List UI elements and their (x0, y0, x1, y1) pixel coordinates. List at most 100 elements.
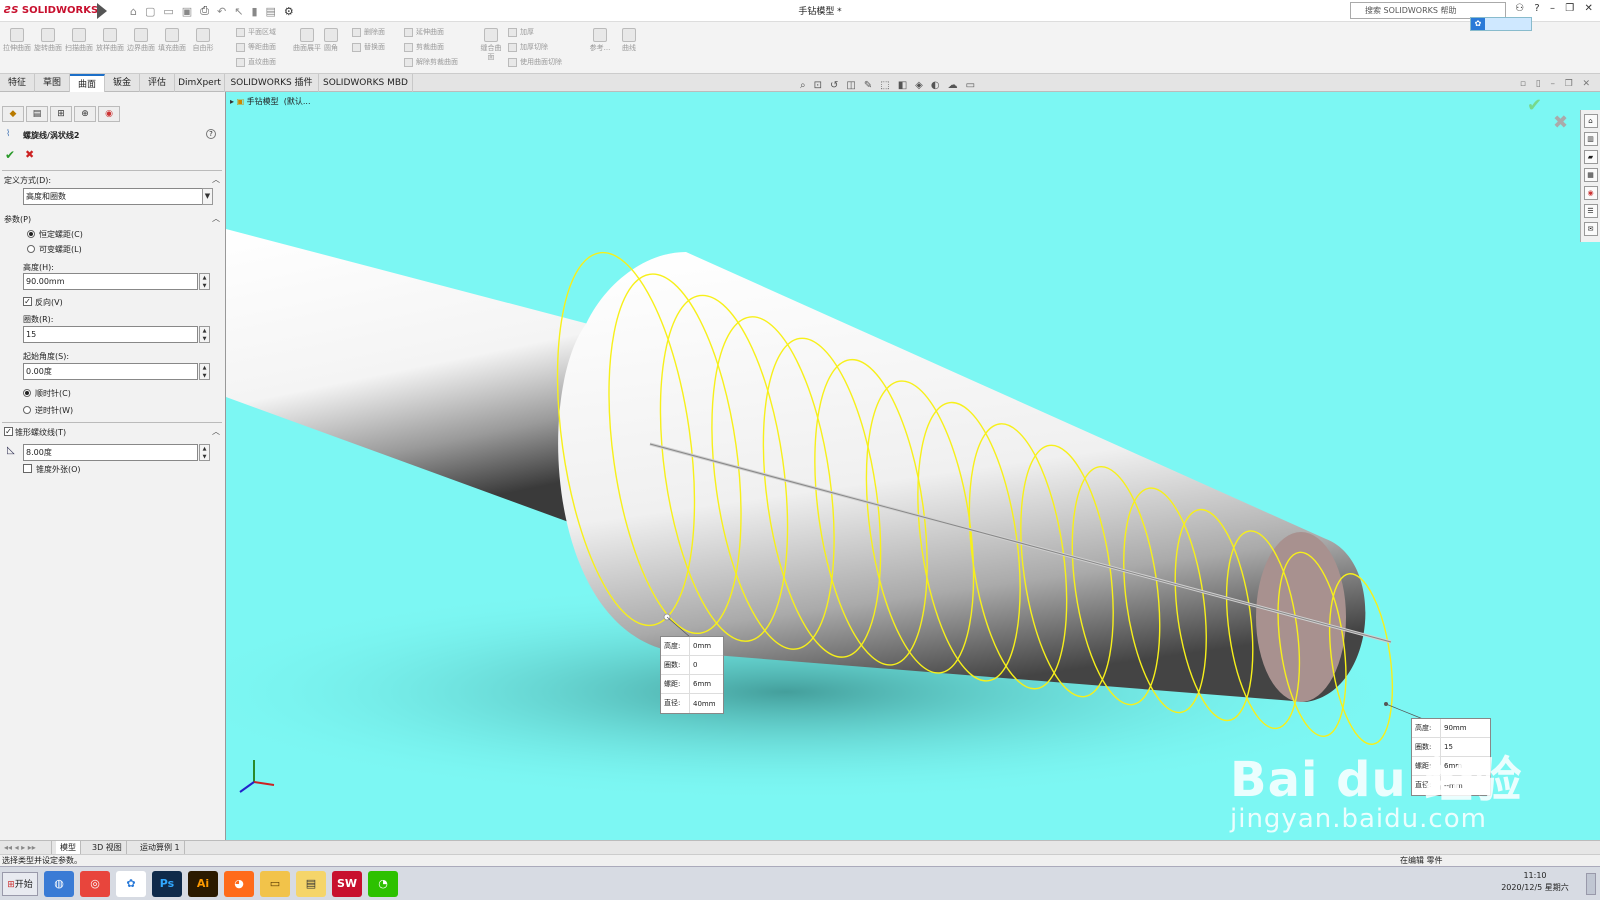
print-icon[interactable]: ⎙ (200, 4, 209, 18)
wechat-icon[interactable]: ◔ (368, 871, 398, 897)
home-icon[interactable]: ⌂ (130, 5, 137, 18)
curves-button[interactable]: 曲线 (614, 28, 644, 68)
cancel-x-icon[interactable]: ✖ (25, 148, 34, 161)
previous-view-icon[interactable]: ↺ (830, 80, 838, 91)
solidworks-logo[interactable]: ƧS SOLIDWORKS (4, 2, 98, 20)
file-properties-icon[interactable]: ▤ (266, 5, 276, 18)
lofted-surface-button[interactable]: 放样曲面 (95, 28, 125, 68)
model-viewport[interactable] (226, 92, 1600, 850)
hide-show-items-icon[interactable]: ◈ (915, 80, 923, 91)
solidworks-taskbar-icon[interactable]: SW (332, 871, 362, 897)
tapered-helix-checkbox[interactable]: ✓ (4, 427, 13, 436)
tab-sheet-metal[interactable]: 钣金 (105, 74, 140, 92)
height-spinner[interactable]: ▲ ▼ (199, 273, 210, 290)
boundary-surface-button[interactable]: 边界曲面 (126, 28, 156, 68)
planar-surface-button[interactable]: 平面区域 (236, 26, 276, 38)
variable-pitch-radio[interactable] (27, 245, 35, 253)
zoom-to-fit-icon[interactable]: ⌕ (800, 80, 806, 91)
counterclockwise-radio[interactable] (23, 406, 31, 414)
freeform-button[interactable]: 自由形 (188, 28, 218, 68)
tab-features[interactable]: 特征 (0, 74, 35, 92)
ruled-surface-button[interactable]: 直纹曲面 (236, 56, 276, 68)
viewport-minimize-icon[interactable]: – (1550, 79, 1555, 91)
viewport-restore-icon[interactable]: ▫ (1520, 79, 1526, 91)
extruded-surface-button[interactable]: 拉伸曲面 (2, 28, 32, 68)
constant-pitch-radio[interactable] (27, 230, 35, 238)
confirmation-cancel-icon[interactable]: ✖ (1553, 112, 1568, 133)
swept-surface-button[interactable]: 扫描曲面 (64, 28, 94, 68)
taper-angle-spinner[interactable]: ▲ ▼ (199, 444, 210, 461)
help-menu-icon[interactable]: ? (1534, 3, 1539, 19)
viewport-maximize-icon[interactable]: ❐ (1565, 79, 1573, 91)
tab-3d-views[interactable]: 3D 视图 (88, 841, 127, 855)
collapse-chevron-icon[interactable]: ︿ (212, 213, 220, 224)
section-view-icon[interactable]: ◫ (846, 80, 855, 91)
revolved-surface-button[interactable]: 旋转曲面 (33, 28, 63, 68)
qq-browser-icon[interactable]: ◍ (44, 871, 74, 897)
helix-start-callout[interactable]: 高度: 0mm 圈数: 0 螺距: 6mm 直径: 40mm (660, 636, 724, 714)
thickened-cut-button[interactable]: 加厚切除 (508, 41, 548, 53)
feature-tree-flyout[interactable]: ▸ ▣ 手钻模型 (默认... (230, 96, 311, 107)
ok-check-icon[interactable]: ✔ (5, 148, 15, 162)
appearances-icon[interactable]: ◉ (1583, 186, 1598, 200)
replace-face-button[interactable]: 替换面 (352, 41, 385, 53)
definition-select[interactable]: 高度和圈数 (23, 188, 213, 205)
taper-angle-input[interactable]: 8.00度 (23, 444, 198, 461)
restore-icon[interactable]: ❐ (1565, 3, 1574, 19)
tab-model[interactable]: 模型 (56, 841, 81, 855)
fillet-button[interactable]: 圆角 (321, 28, 341, 68)
collapse-chevron-icon[interactable]: ︿ (212, 426, 220, 437)
file-explorer-taskbar-icon[interactable]: ▭ (260, 871, 290, 897)
undo-icon[interactable]: ↶ (217, 5, 226, 18)
display-manager-icon[interactable]: ◉ (98, 106, 120, 122)
offset-surface-button[interactable]: 等距曲面 (236, 41, 276, 53)
dimxpert-manager-icon[interactable]: ⊕ (74, 106, 96, 122)
reverse-direction-checkbox[interactable]: ✓ (23, 297, 32, 306)
collapse-chevron-icon[interactable]: ︿ (212, 174, 220, 185)
start-angle-input[interactable]: 0.00度 (23, 363, 198, 380)
tab-scroll-arrows-icon[interactable]: ◂◂ ◂ ▸ ▸▸ (0, 841, 52, 855)
system-clock[interactable]: 11:10 2020/12/5 星期六 (1500, 870, 1570, 894)
confirmation-ok-icon[interactable]: ✔ (1527, 95, 1542, 116)
configuration-manager-icon[interactable]: ⊞ (50, 106, 72, 122)
firefox-icon[interactable]: ◕ (224, 871, 254, 897)
view-palette-icon[interactable]: ▦ (1583, 168, 1598, 182)
viewport-close-icon[interactable]: ✕ (1583, 79, 1591, 91)
design-library-icon[interactable]: ▥ (1583, 132, 1598, 146)
apply-scene-icon[interactable]: ☁ (948, 80, 958, 91)
tab-evaluate[interactable]: 评估 (140, 74, 175, 92)
chrome-icon[interactable]: ◎ (80, 871, 110, 897)
filled-surface-button[interactable]: 填充曲面 (157, 28, 187, 68)
viewport-tile-icon[interactable]: ▯ (1536, 79, 1541, 91)
save-icon[interactable]: ▣ (182, 5, 192, 18)
show-desktop-icon[interactable] (1586, 873, 1596, 895)
baidu-netdisk-icon[interactable]: ✿ (116, 871, 146, 897)
cut-with-surface-button[interactable]: 使用曲面切除 (508, 56, 562, 68)
reference-geometry-button[interactable]: 参考... (585, 28, 615, 68)
help-icon[interactable]: ? (206, 129, 216, 139)
new-document-icon[interactable]: ▢ (145, 5, 155, 18)
tab-solidworks-mbd[interactable]: SOLIDWORKS MBD (319, 74, 413, 92)
edit-appearance-icon[interactable]: ◐ (931, 80, 940, 91)
tab-solidworks-addins[interactable]: SOLIDWORKS 插件 (225, 74, 319, 92)
display-style-icon[interactable]: ◧ (898, 80, 907, 91)
revolutions-spinner[interactable]: ▲ ▼ (199, 326, 210, 343)
view-settings-icon[interactable]: ▭ (966, 80, 975, 91)
select-icon[interactable]: ↖ (234, 5, 243, 18)
trim-surface-button[interactable]: 剪裁曲面 (404, 41, 444, 53)
solidworks-resources-icon[interactable]: ⌂ (1583, 114, 1598, 128)
zoom-area-icon[interactable]: ⊡ (814, 80, 822, 91)
menu-expand-icon[interactable] (97, 3, 107, 19)
surface-flatten-button[interactable]: 曲面展平 (292, 28, 322, 68)
illustrator-icon[interactable]: Ai (188, 871, 218, 897)
clockwise-radio[interactable] (23, 389, 31, 397)
untrim-surface-button[interactable]: 解除剪裁曲面 (404, 56, 458, 68)
start-angle-spinner[interactable]: ▲ ▼ (199, 363, 210, 380)
dynamic-annotation-icon[interactable]: ✎ (864, 80, 872, 91)
tab-surfaces[interactable]: 曲面 (70, 74, 105, 92)
property-manager-icon[interactable]: ▤ (26, 106, 48, 122)
view-orientation-icon[interactable]: ⬚ (880, 80, 889, 91)
rebuild-icon[interactable]: ▮ (251, 5, 257, 18)
start-button[interactable]: ⊞开始 (2, 872, 38, 896)
dropdown-arrow-icon[interactable]: ▼ (202, 188, 213, 205)
